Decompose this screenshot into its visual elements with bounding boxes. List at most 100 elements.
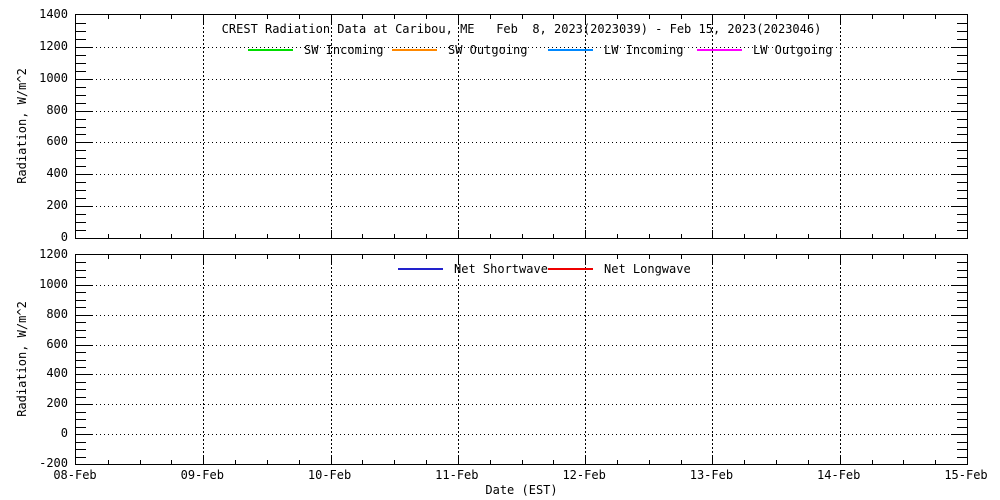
y-tick-left xyxy=(76,352,86,354)
x-tick-top xyxy=(585,15,587,23)
x-minor-tick-bottom xyxy=(266,234,268,238)
legend-line-swatch xyxy=(548,49,593,51)
x-minor-tick-bottom xyxy=(807,234,809,238)
legend-label: Net Shortwave xyxy=(454,262,548,276)
x-minor-tick-bottom xyxy=(744,234,746,238)
y-tick-left xyxy=(76,30,86,32)
y-tick-left xyxy=(76,94,86,96)
x-minor-tick-top xyxy=(553,15,555,19)
x-minor-tick-bottom xyxy=(871,234,873,238)
legend-item: SW Incoming xyxy=(248,43,383,57)
x-tick-bottom xyxy=(712,456,714,464)
x-minor-tick-top xyxy=(171,15,173,19)
y-tick-right xyxy=(957,411,967,413)
y-tick-label: 200 xyxy=(46,198,68,213)
y-tick-right xyxy=(957,352,967,354)
x-tick-top xyxy=(839,15,841,23)
x-minor-tick-bottom xyxy=(903,234,905,238)
y-tick-left xyxy=(76,434,92,436)
y-tick-left xyxy=(76,158,86,160)
y-tick-label: 0 xyxy=(60,426,68,441)
y-tick-right xyxy=(957,426,967,428)
x-tick-label: 13-Feb xyxy=(689,468,734,482)
y-axis-title: Radiation, W/m^2 xyxy=(15,67,29,184)
y-tick-left xyxy=(76,456,86,458)
x-tick-top xyxy=(203,15,205,23)
y-gridline xyxy=(76,142,967,144)
y-gridline xyxy=(76,434,967,436)
legend-item: Net Shortwave xyxy=(398,262,548,276)
x-gridline xyxy=(203,255,205,464)
x-tick-bottom xyxy=(203,456,205,464)
x-minor-tick-bottom xyxy=(935,460,937,464)
x-minor-tick-bottom xyxy=(298,234,300,238)
legend-line-swatch xyxy=(398,268,443,270)
y-tick-left xyxy=(76,22,86,24)
y-tick-left xyxy=(76,182,86,184)
y-tick-left xyxy=(76,54,86,56)
x-minor-tick-bottom xyxy=(903,460,905,464)
x-tick-label: 09-Feb xyxy=(180,468,224,482)
x-minor-tick-bottom xyxy=(171,460,173,464)
y-tick-right xyxy=(957,30,967,32)
x-gridline xyxy=(457,255,459,464)
x-minor-tick-top xyxy=(553,255,555,259)
x-gridline xyxy=(839,255,841,464)
x-minor-tick-bottom xyxy=(553,234,555,238)
x-minor-tick-top xyxy=(776,255,778,259)
x-minor-tick-bottom xyxy=(298,460,300,464)
y-gridline xyxy=(76,374,967,376)
x-tick-bottom xyxy=(585,456,587,464)
x-minor-tick-top xyxy=(680,15,682,19)
y-tick-left xyxy=(76,166,86,168)
radiation-figure: CREST Radiation Data at Caribou, ME Feb … xyxy=(0,0,1000,500)
y-tick-left xyxy=(76,262,86,264)
y-tick-left xyxy=(76,441,86,443)
y-tick-left xyxy=(76,329,86,331)
y-tick-right xyxy=(957,22,967,24)
y-tick-left xyxy=(76,292,86,294)
y-tick-label: 800 xyxy=(46,306,68,321)
y-tick-right xyxy=(957,86,967,88)
x-minor-tick-bottom xyxy=(107,460,109,464)
y-tick-left xyxy=(76,307,86,309)
y-tick-left xyxy=(76,404,92,406)
y-gridline xyxy=(76,206,967,208)
x-minor-tick-top xyxy=(394,255,396,259)
x-minor-tick-bottom xyxy=(616,234,618,238)
y-tick-left xyxy=(76,322,86,324)
y-tick-right xyxy=(951,78,967,80)
x-minor-tick-top xyxy=(807,255,809,259)
x-minor-tick-top xyxy=(648,255,650,259)
x-minor-tick-top xyxy=(616,15,618,19)
y-tick-left xyxy=(76,449,86,451)
legend-line-swatch xyxy=(248,49,293,51)
y-tick-left xyxy=(76,206,92,208)
y-tick-label: 400 xyxy=(46,366,68,381)
x-gridline xyxy=(203,15,205,238)
x-minor-tick-bottom xyxy=(489,234,491,238)
y-tick-right xyxy=(951,110,967,112)
x-tick-bottom xyxy=(712,230,714,238)
y-tick-right xyxy=(957,166,967,168)
x-tick-bottom xyxy=(330,456,332,464)
x-minor-tick-top xyxy=(807,15,809,19)
x-minor-tick-top xyxy=(426,15,428,19)
y-axis-title: Radiation, W/m^2 xyxy=(15,300,29,417)
y-tick-right xyxy=(957,150,967,152)
x-tick-top xyxy=(330,255,332,263)
y-tick-left xyxy=(76,299,86,301)
x-minor-tick-top xyxy=(776,15,778,19)
y-gridline xyxy=(76,344,967,346)
x-minor-tick-top xyxy=(426,255,428,259)
x-tick-label: 08-Feb xyxy=(53,468,97,482)
x-tick-top xyxy=(712,15,714,23)
y-tick-label: 600 xyxy=(46,336,68,351)
legend-label: SW Incoming xyxy=(304,43,384,57)
x-minor-tick-top xyxy=(139,255,141,259)
y-tick-left xyxy=(76,190,86,192)
y-tick-left xyxy=(76,374,92,376)
x-tick-bottom xyxy=(203,230,205,238)
x-minor-tick-bottom xyxy=(648,234,650,238)
y-tick-left xyxy=(76,366,86,368)
